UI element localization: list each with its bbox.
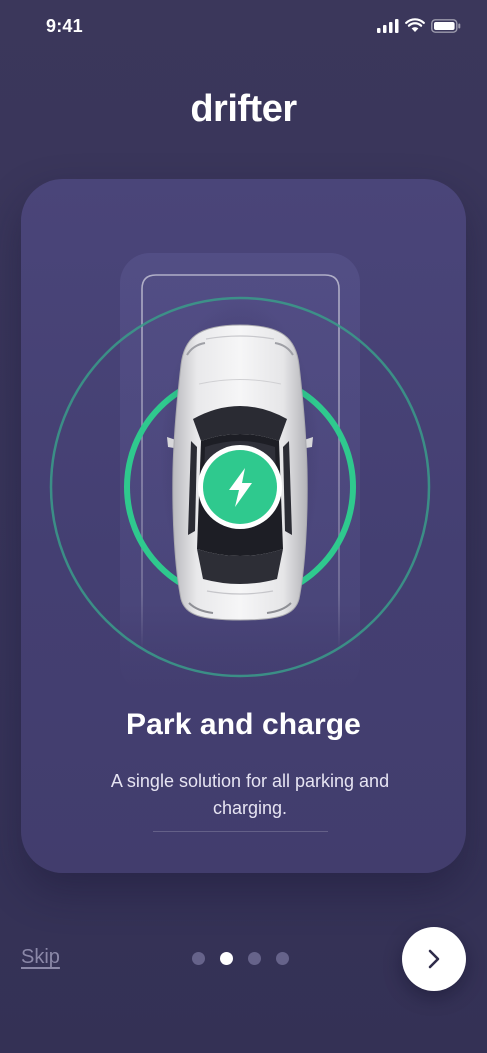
card-divider xyxy=(153,831,328,832)
page-dot-1[interactable] xyxy=(192,952,205,965)
signal-icon xyxy=(377,18,399,33)
charging-badge xyxy=(198,445,282,529)
battery-icon xyxy=(431,18,461,33)
app-logo: drifter xyxy=(190,88,297,130)
status-bar: 9:41 xyxy=(0,0,487,60)
page-dot-3[interactable] xyxy=(248,952,261,965)
onboarding-title: Park and charge xyxy=(126,708,361,741)
skip-button[interactable]: Skip xyxy=(21,946,60,969)
park-and-charge-illustration xyxy=(49,253,431,693)
page-indicator xyxy=(192,952,289,965)
onboarding-subtitle: A single solution for all parking and ch… xyxy=(110,771,390,818)
wifi-icon xyxy=(405,18,425,32)
status-icons xyxy=(377,18,461,33)
next-button[interactable] xyxy=(402,927,466,991)
page-dot-4[interactable] xyxy=(276,952,289,965)
onboarding-screen: 9:41 drifter Park and charge A single so… xyxy=(0,0,487,1053)
chevron-right-icon xyxy=(428,949,440,969)
page-dot-2-active[interactable] xyxy=(220,952,233,965)
status-time: 9:41 xyxy=(46,16,83,36)
